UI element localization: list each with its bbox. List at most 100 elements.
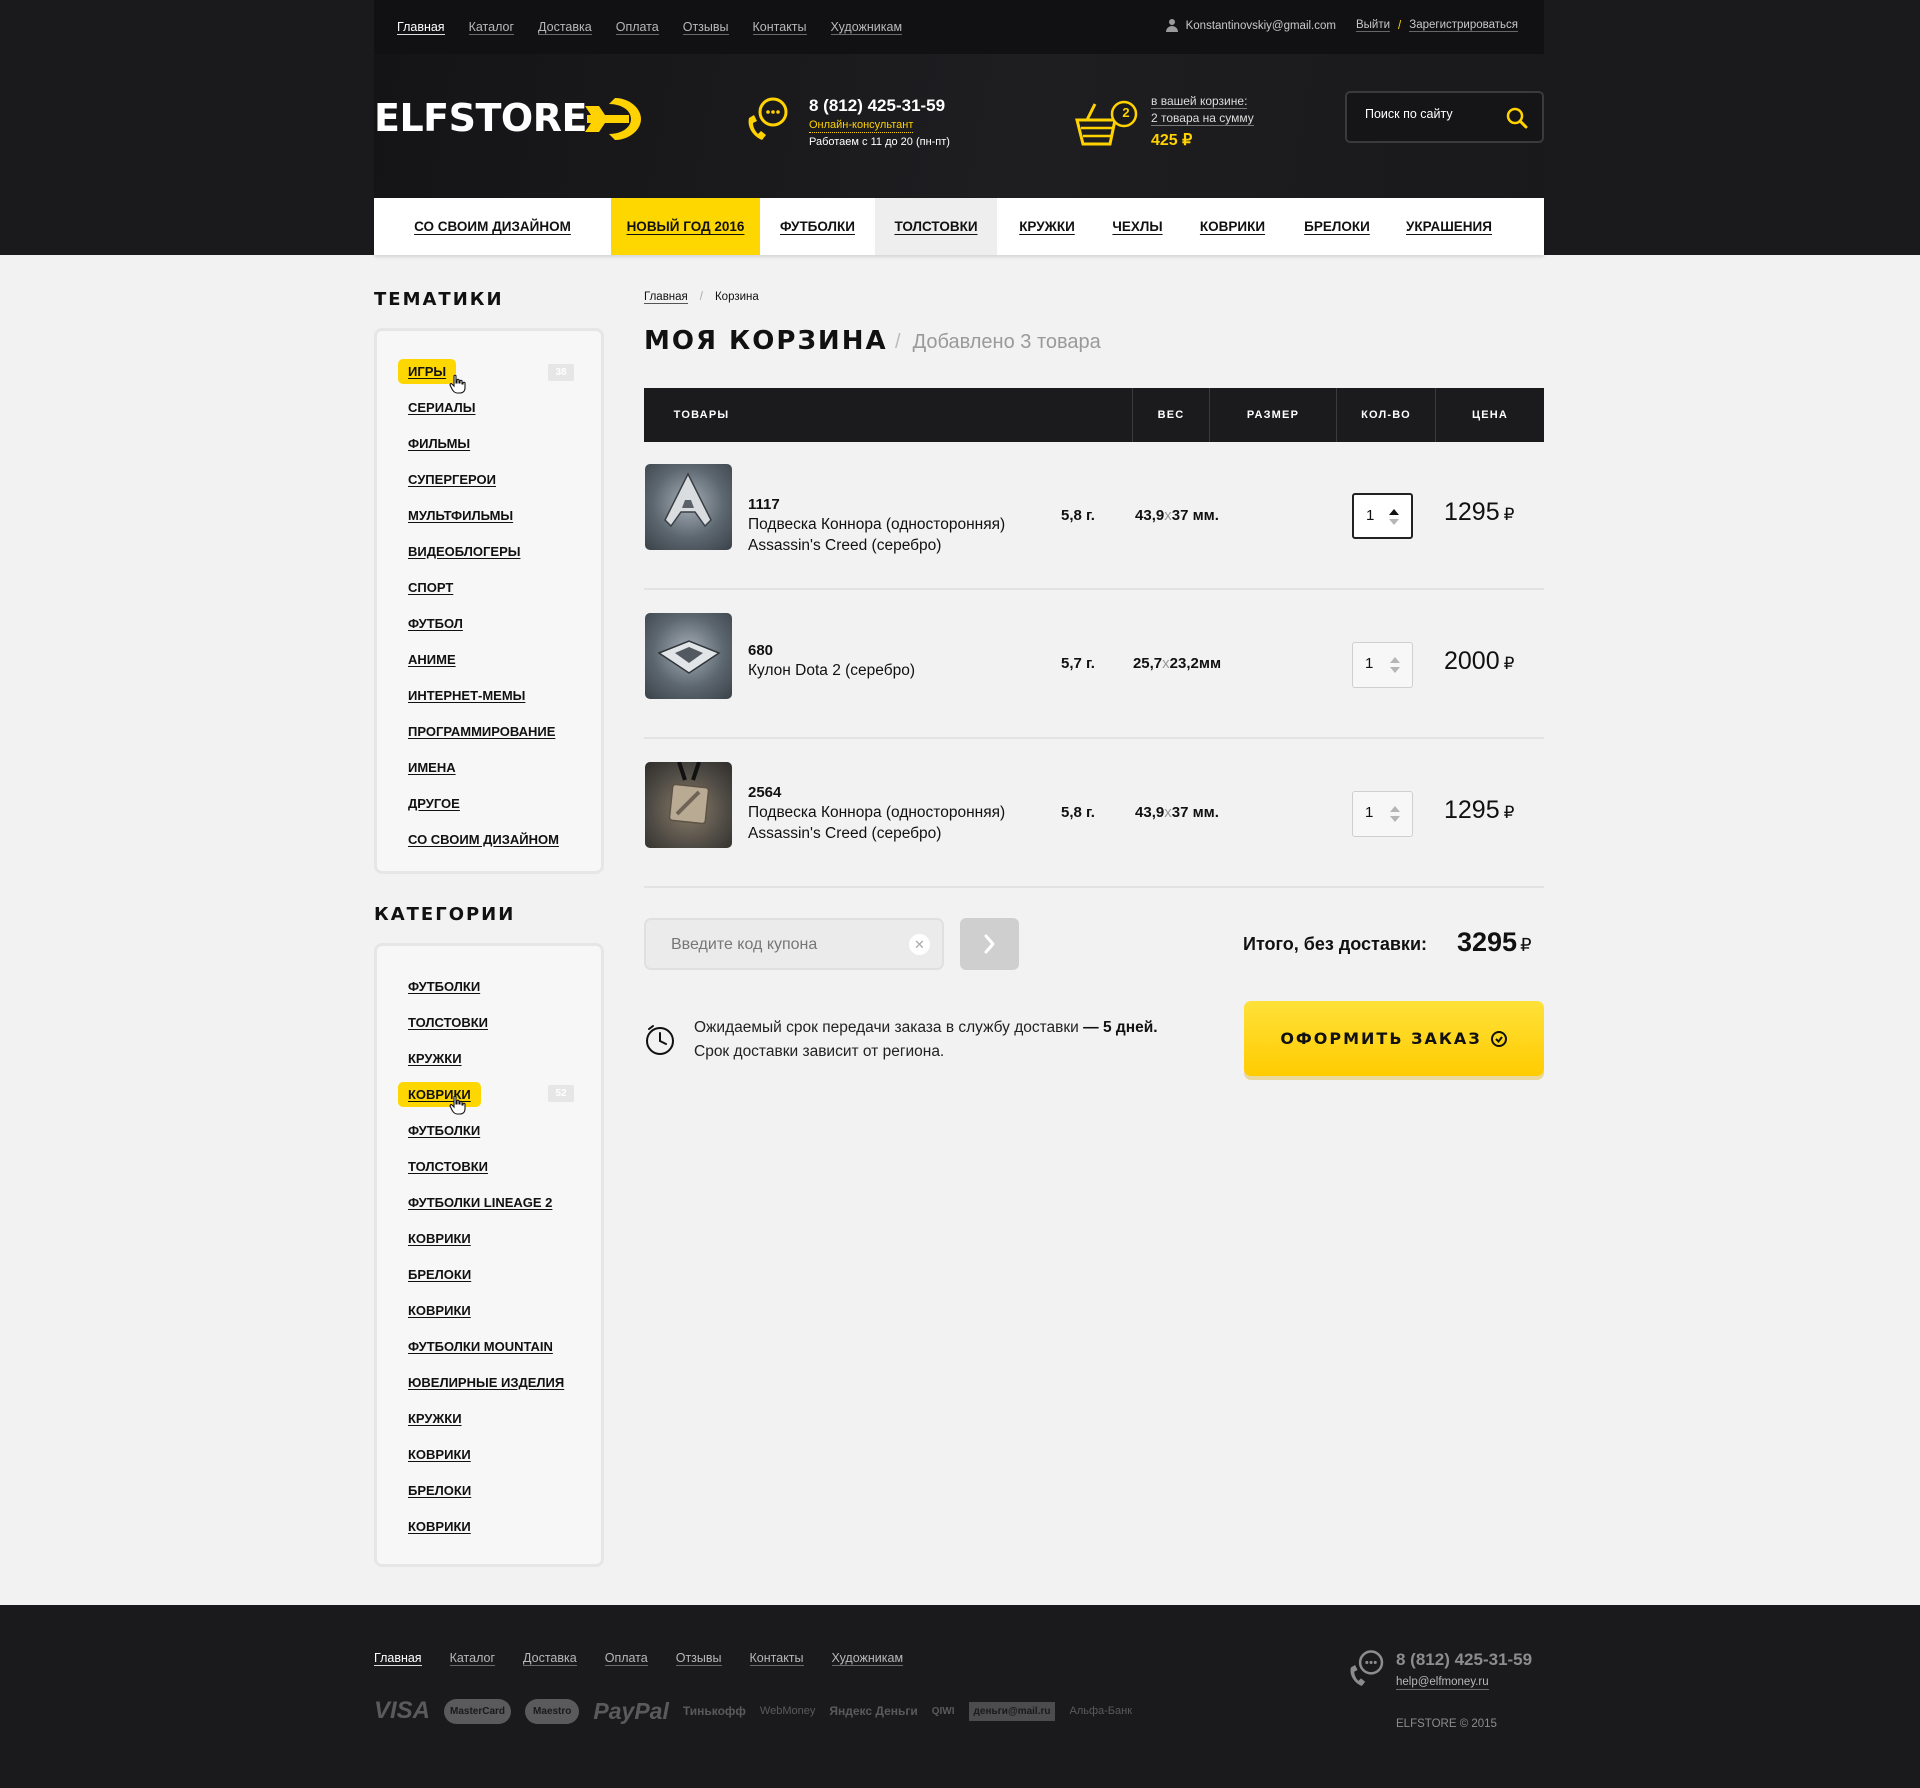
user-separator: / (1398, 19, 1402, 32)
category-item[interactable]: ТОЛСТОВКИ (408, 1159, 488, 1174)
footer-email-link[interactable]: help@elfmoney.ru (1396, 1676, 1489, 1690)
total-value: 3295 ₽ (1457, 927, 1532, 958)
quantity-input[interactable] (1365, 655, 1385, 672)
category-item[interactable]: КРУЖКИ (408, 1411, 462, 1426)
footer-home-link[interactable]: Главная (374, 1651, 422, 1666)
catnav-jewelry[interactable]: УКРАШЕНИЯ (1387, 198, 1511, 255)
footer-catalog-link[interactable]: Каталог (449, 1651, 496, 1666)
topnav-artists-link[interactable]: Художникам (830, 20, 903, 35)
catnav-tshirts[interactable]: ФУТБОЛКИ (760, 198, 875, 255)
delivery-info: Ожидаемый срок передачи заказа в службу … (694, 1016, 1158, 1064)
theme-item[interactable]: ИМЕНА (408, 760, 456, 775)
catnav-new-year[interactable]: НОВЫЙ ГОД 2016 (611, 198, 760, 255)
logout-link[interactable]: Выйти (1355, 19, 1391, 32)
coupon-input[interactable] (671, 936, 891, 954)
close-icon[interactable]: ✕ (909, 934, 930, 955)
cart-summary-line2[interactable]: 2 товара на сумму (1151, 111, 1254, 126)
item-name[interactable]: Кулон Dota 2 (серебро) (748, 660, 1078, 681)
catnav-custom-design[interactable]: СО СВОИМ ДИЗАЙНОМ (374, 198, 611, 255)
item-name[interactable]: Подвеска Коннора (односторонняя) Assassi… (748, 802, 1078, 844)
quantity-input[interactable] (1366, 507, 1386, 524)
theme-item[interactable]: АНИМЕ (408, 652, 456, 667)
quantity-input[interactable] (1365, 804, 1385, 821)
footer-reviews-link[interactable]: Отзывы (675, 1651, 722, 1666)
category-item[interactable]: КОВРИКИ (398, 1082, 481, 1107)
category-item[interactable]: КРУЖКИ (408, 1051, 462, 1066)
footer-delivery-link[interactable]: Доставка (523, 1651, 577, 1666)
header-phone[interactable]: 8 (812) 425-31-59 (809, 96, 945, 116)
online-consultant-link[interactable]: Онлайн-консультант (809, 119, 914, 133)
category-item[interactable]: КОВРИКИ (408, 1447, 471, 1462)
category-item[interactable]: КОВРИКИ (408, 1303, 471, 1318)
top-bar: Главная Каталог Доставка Оплата Отзывы К… (374, 0, 1544, 54)
catnav-mousepads[interactable]: КОВРИКИ (1178, 198, 1287, 255)
register-link[interactable]: Зарегистрироваться (1409, 19, 1518, 32)
currency-sign: ₽ (1503, 654, 1515, 673)
theme-item[interactable]: СО СВОИМ ДИЗАЙНОМ (408, 832, 559, 847)
topnav-delivery-link[interactable]: Доставка (538, 20, 592, 35)
category-item[interactable]: БРЕЛОКИ (408, 1483, 471, 1498)
delivery-days: — 5 дней. (1083, 1019, 1158, 1036)
topnav-payment-link[interactable]: Оплата (615, 20, 659, 35)
item-name[interactable]: Подвеска Коннора (односторонняя) Assassi… (748, 514, 1078, 556)
topnav-catalog-link[interactable]: Каталог (468, 20, 515, 35)
footer-phone[interactable]: 8 (812) 425-31-59 (1396, 1650, 1532, 1670)
category-item[interactable]: КОВРИКИ (408, 1231, 471, 1246)
search-box (1345, 91, 1544, 143)
theme-item[interactable]: ФУТБОЛ (408, 616, 463, 631)
search-input[interactable] (1365, 107, 1500, 121)
theme-item[interactable]: ФИЛЬМЫ (408, 436, 470, 451)
search-icon[interactable] (1506, 107, 1528, 129)
chat-phone-icon (1350, 1650, 1384, 1686)
category-item[interactable]: ФУТБОЛКИ LINEAGE 2 (408, 1195, 552, 1210)
site-header: Главная Каталог Доставка Оплата Отзывы К… (0, 0, 1920, 255)
theme-item[interactable]: ДРУГОЕ (408, 796, 460, 811)
dota-pendant-image[interactable] (645, 613, 732, 699)
size-b: 23,2мм (1169, 655, 1222, 672)
theme-item[interactable]: СПОРТ (408, 580, 453, 595)
catnav-keychains[interactable]: БРЕЛОКИ (1287, 198, 1387, 255)
category-item[interactable]: ЮВЕЛИРНЫЕ ИЗДЕЛИЯ (408, 1375, 564, 1390)
theme-item[interactable]: ВИДЕОБЛОГЕРЫ (408, 544, 520, 559)
coupon-submit-button[interactable] (960, 918, 1019, 970)
theme-item[interactable]: СУПЕРГЕРОИ (408, 472, 496, 487)
topnav-reviews-link[interactable]: Отзывы (682, 20, 729, 35)
categories-count-badge: 52 (548, 1085, 574, 1102)
qty-up-icon[interactable] (1390, 806, 1400, 812)
dota-square-pendant-image[interactable] (645, 762, 732, 848)
theme-item[interactable]: СЕРИАЛЫ (408, 400, 475, 415)
cart-summary-line1[interactable]: в вашей корзине: (1151, 94, 1248, 109)
quantity-stepper (1352, 642, 1413, 688)
place-order-button[interactable]: ОФОРМИТЬ ЗАКАЗ (1244, 1001, 1544, 1076)
topnav-contacts-link[interactable]: Контакты (752, 20, 807, 35)
category-item[interactable]: БРЕЛОКИ (408, 1267, 471, 1282)
category-item[interactable]: ФУТБОЛКИ MOUNTAIN (408, 1339, 553, 1354)
footer-payment-link[interactable]: Оплата (604, 1651, 648, 1666)
footer-artists-link[interactable]: Художникам (831, 1651, 904, 1666)
category-item[interactable]: ТОЛСТОВКИ (408, 1015, 488, 1030)
page-title: МОЯ КОРЗИНА (644, 326, 888, 356)
qty-down-icon[interactable] (1389, 519, 1399, 525)
breadcrumb-home-link[interactable]: Главная (644, 291, 688, 304)
catnav-hoodies[interactable]: ТОЛСТОВКИ (875, 198, 997, 255)
categories-title: КАТЕГОРИИ (374, 904, 516, 925)
footer-contacts-link[interactable]: Контакты (749, 1651, 804, 1666)
catnav-cases[interactable]: ЧЕХЛЫ (1097, 198, 1178, 255)
category-item[interactable]: ФУТБОЛКИ (408, 979, 480, 994)
cart-row: 1117 Подвеска Коннора (односторонняя) As… (644, 442, 1544, 590)
catnav-mugs[interactable]: КРУЖКИ (997, 198, 1097, 255)
assassins-creed-pendant-image[interactable] (645, 464, 732, 550)
qty-up-icon[interactable] (1390, 657, 1400, 663)
qty-down-icon[interactable] (1390, 816, 1400, 822)
category-item[interactable]: ФУТБОЛКИ (408, 1123, 480, 1138)
site-logo[interactable]: ELFSTORE (374, 96, 587, 140)
theme-item[interactable]: ИНТЕРНЕТ-МЕМЫ (408, 688, 525, 703)
qty-down-icon[interactable] (1390, 667, 1400, 673)
footer-nav: Главная Каталог Доставка Оплата Отзывы К… (374, 1651, 931, 1666)
theme-item[interactable]: ПРОГРАММИРОВАНИЕ (408, 724, 555, 739)
qty-up-icon[interactable] (1389, 509, 1399, 515)
size-x: x (1164, 507, 1172, 524)
topnav-home-link[interactable]: Главная (397, 20, 445, 35)
theme-item[interactable]: МУЛЬТФИЛЬМЫ (408, 508, 513, 523)
category-item[interactable]: КОВРИКИ (408, 1519, 471, 1534)
